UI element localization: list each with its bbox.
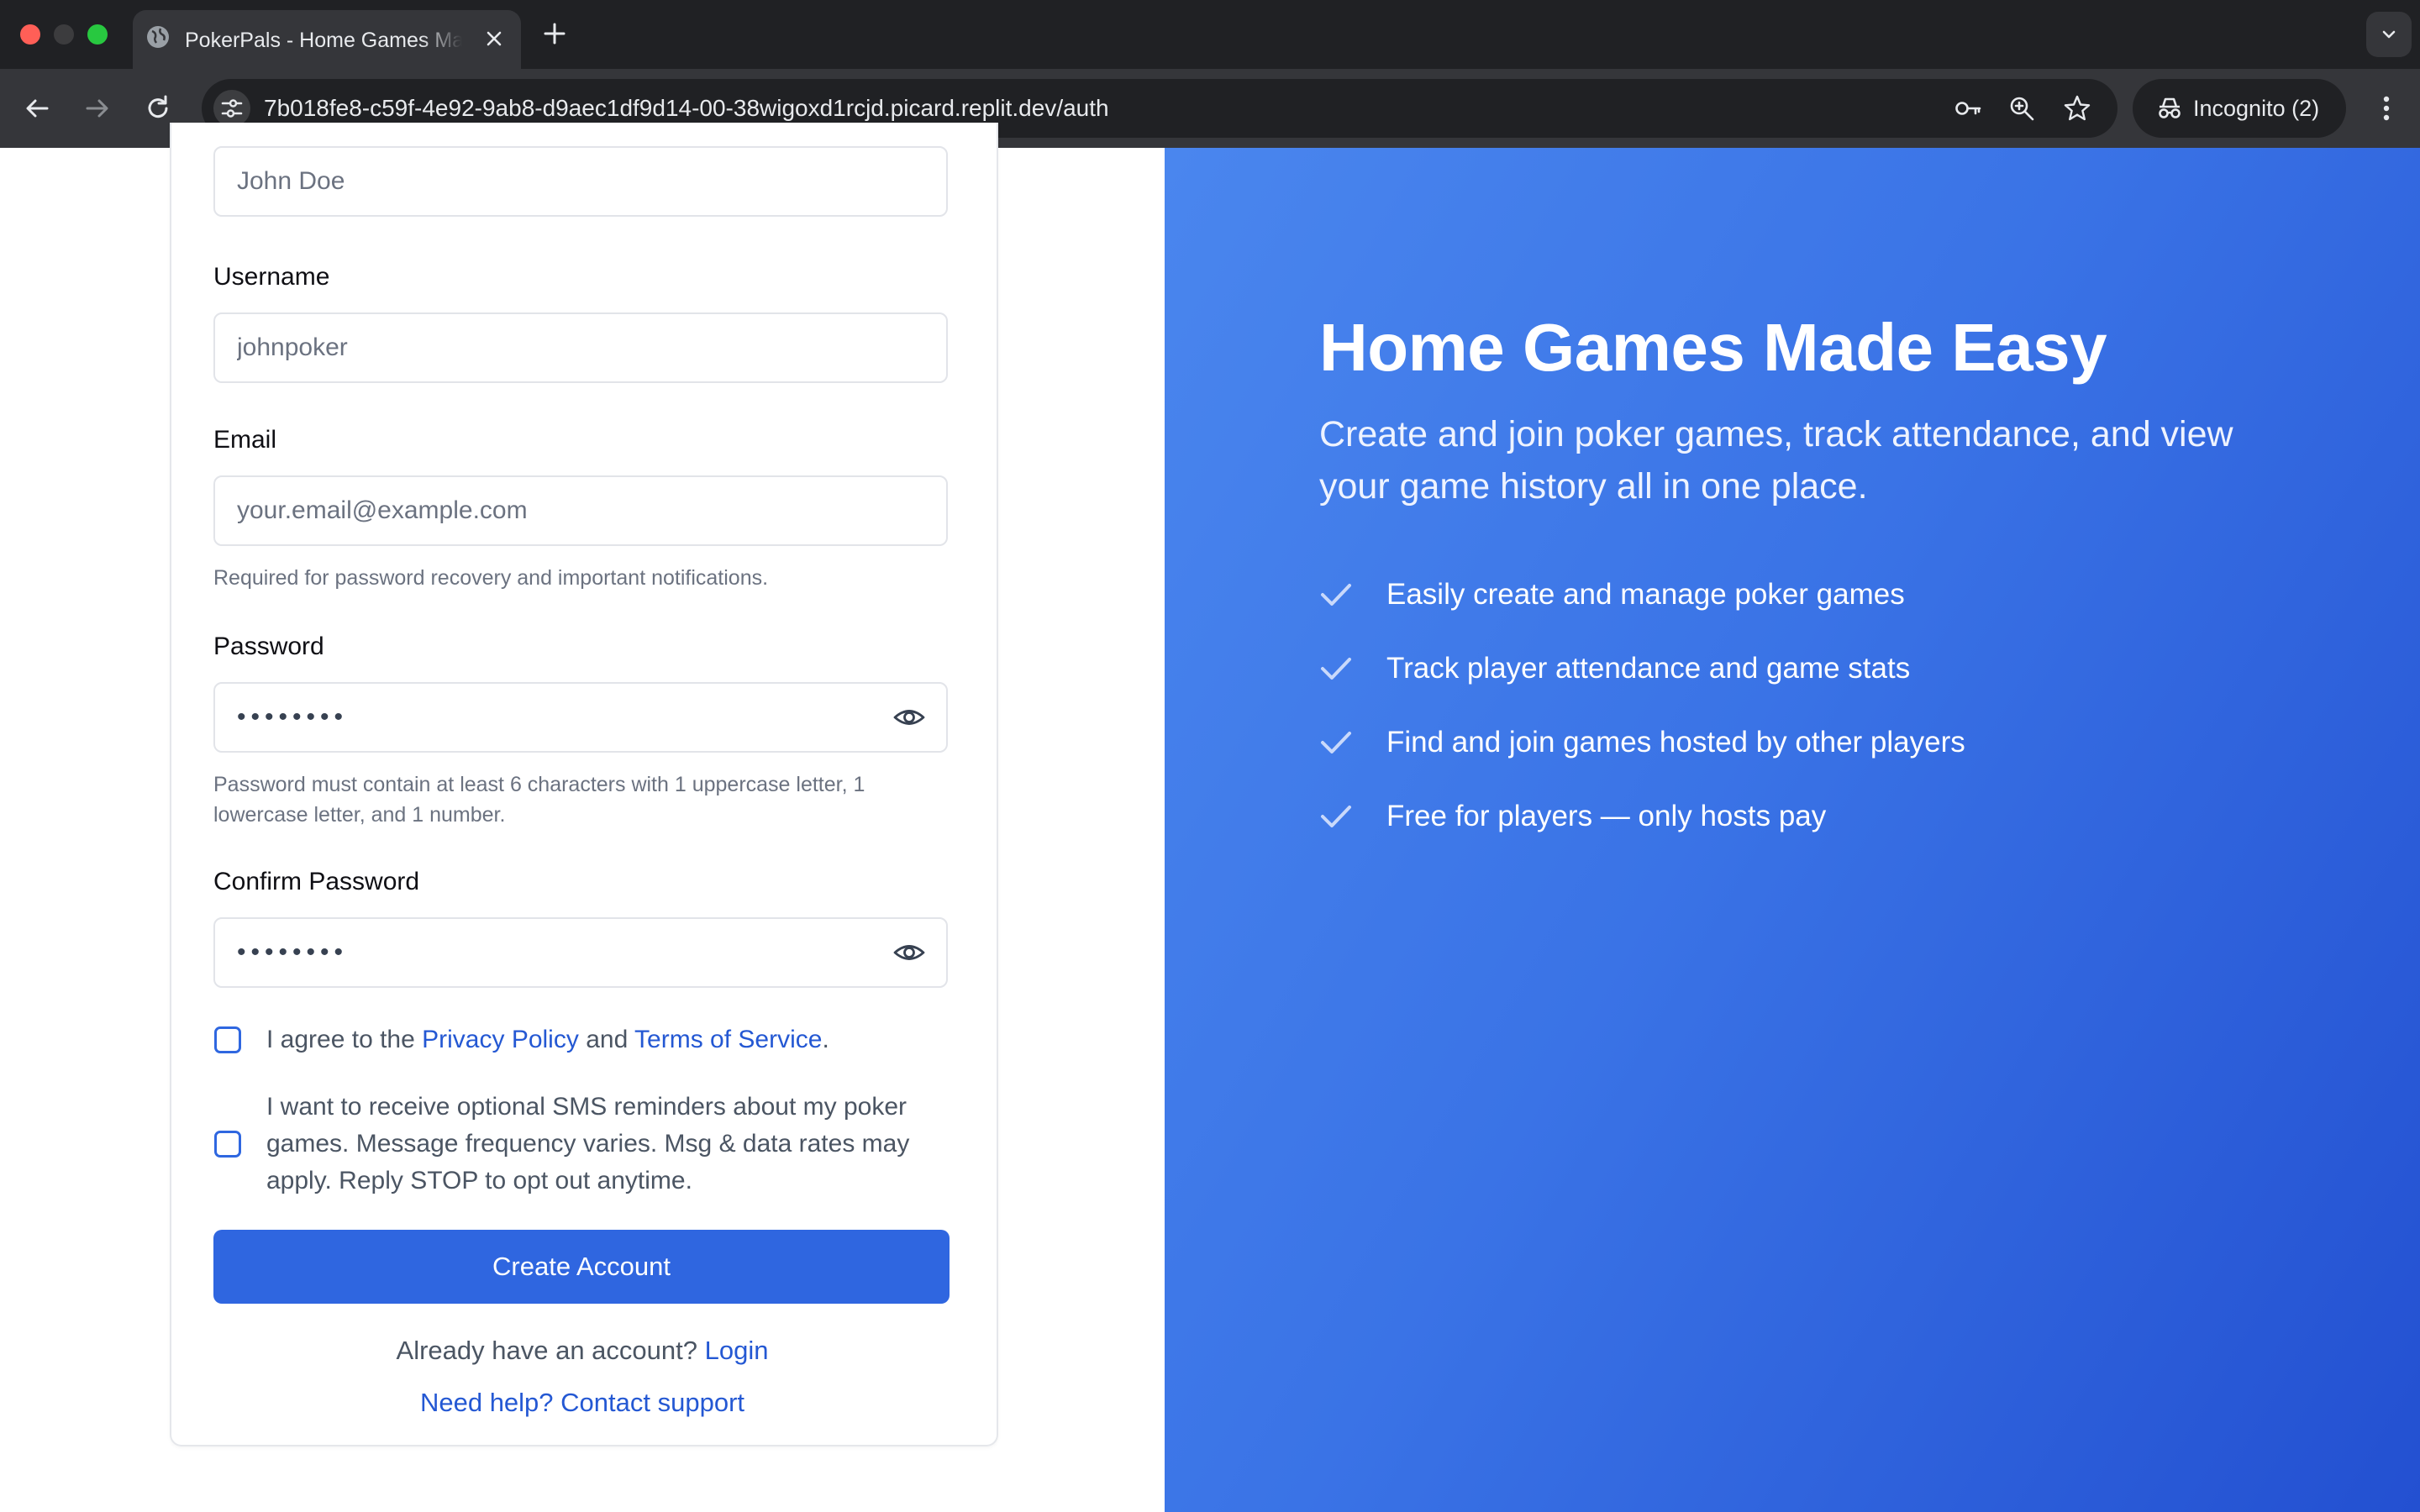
full-name-input[interactable]	[213, 146, 948, 217]
username-input[interactable]	[213, 312, 948, 383]
hero-subtitle: Create and join poker games, track atten…	[1319, 414, 2233, 507]
create-account-button[interactable]: Create Account	[213, 1230, 950, 1304]
agree-suffix: .	[822, 1026, 829, 1053]
feature-item: Track player attendance and game stats	[1319, 643, 2328, 694]
password-input[interactable]	[213, 682, 948, 753]
feature-text: Easily create and manage poker games	[1386, 578, 1905, 611]
email-label: Email	[213, 426, 277, 454]
back-arrow-icon[interactable]	[18, 90, 55, 127]
check-icon	[1321, 806, 1351, 827]
window-close-button[interactable]	[20, 24, 40, 45]
agree-prefix: I agree to the	[266, 1026, 423, 1053]
incognito-indicator[interactable]: Incognito (2)	[2133, 79, 2346, 138]
terms-of-service-link[interactable]: Terms of Service	[634, 1026, 822, 1053]
password-label: Password	[213, 633, 324, 660]
url-path: /auth	[1056, 95, 1109, 121]
feature-item: Find and join games hosted by other play…	[1319, 717, 2328, 768]
feature-text: Track player attendance and game stats	[1386, 652, 1911, 685]
email-input[interactable]	[213, 475, 948, 546]
hero-panel: Home Games Made Easy Create and join pok…	[1165, 148, 2420, 1512]
reload-icon[interactable]	[139, 90, 176, 127]
email-hint: Required for password recovery and impor…	[213, 566, 769, 590]
browser-tab-active[interactable]: PokerPals - Home Games Made Easy	[133, 10, 521, 69]
close-tab-icon[interactable]	[481, 25, 508, 52]
privacy-policy-link[interactable]: Privacy Policy	[422, 1026, 579, 1053]
help-row: Need help? Contact support	[170, 1384, 995, 1421]
forward-arrow-icon[interactable]	[79, 90, 116, 127]
more-menu-icon[interactable]	[2368, 90, 2405, 127]
username-label: Username	[213, 263, 330, 291]
signup-pane: Username Email Required for password rec…	[0, 123, 1165, 1512]
sms-reminders-text: I want to receive optional SMS reminders…	[266, 1093, 910, 1194]
login-prompt: Already have an account? Login	[170, 1332, 995, 1369]
feature-text: Free for players — only hosts pay	[1386, 800, 1827, 832]
feature-text: Find and join games hosted by other play…	[1386, 726, 1965, 759]
window-minimize-button[interactable]	[54, 24, 74, 45]
tab-title: PokerPals - Home Games Made Easy	[185, 29, 462, 52]
show-password-eye-icon[interactable]	[892, 701, 926, 734]
globe-icon	[147, 26, 169, 48]
url-host: 7b018fe8-c59f-4e92-9ab8-d9aec1df9d14-00-…	[264, 95, 1057, 121]
confirm-password-label: Confirm Password	[213, 868, 420, 895]
incognito-label: Incognito (2)	[2193, 96, 2320, 121]
login-link[interactable]: Login	[705, 1336, 769, 1365]
sms-reminders-checkbox[interactable]	[214, 1131, 241, 1158]
have-account-text: Already have an account?	[396, 1336, 705, 1365]
tab-search-button[interactable]	[2366, 12, 2412, 57]
page-content: Username Email Required for password rec…	[0, 123, 2420, 1512]
new-tab-icon[interactable]	[538, 17, 571, 50]
browser-tab-strip: PokerPals - Home Games Made Easy	[0, 0, 2420, 69]
confirm-password-input[interactable]	[213, 917, 948, 988]
password-key-icon[interactable]	[1953, 93, 1983, 123]
check-icon	[1321, 732, 1351, 753]
password-hint: Password must contain at least 6 charact…	[213, 773, 865, 827]
hero-title: Home Games Made Easy	[1319, 310, 2107, 385]
window-maximize-button[interactable]	[87, 24, 108, 45]
feature-item: Easily create and manage poker games	[1319, 570, 2328, 620]
feature-item: Free for players — only hosts pay	[1319, 791, 2328, 842]
agree-terms-checkbox[interactable]	[214, 1026, 241, 1053]
incognito-icon	[2159, 97, 2181, 118]
check-icon	[1321, 658, 1351, 680]
agree-and: and	[578, 1026, 635, 1053]
check-icon	[1321, 584, 1351, 606]
chevron-down-icon	[2382, 30, 2396, 39]
agree-terms-text: I agree to the Privacy Policy and Terms …	[266, 1021, 955, 1058]
show-confirm-password-eye-icon[interactable]	[892, 936, 926, 969]
contact-support-link[interactable]: Need help? Contact support	[420, 1388, 744, 1417]
zoom-icon[interactable]	[2007, 93, 2037, 123]
bookmark-star-icon[interactable]	[2062, 93, 2092, 123]
